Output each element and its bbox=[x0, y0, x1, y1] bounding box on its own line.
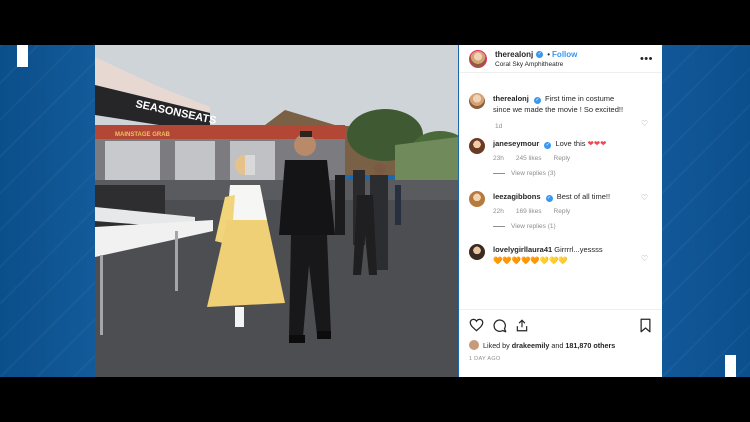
bottom-letterbox bbox=[0, 377, 750, 422]
comment-text: Girrrrl...yessss bbox=[554, 245, 603, 254]
share-icon[interactable] bbox=[515, 318, 529, 333]
replies-line bbox=[493, 173, 505, 174]
avatar[interactable] bbox=[469, 191, 485, 207]
reply-button[interactable]: Reply bbox=[554, 206, 571, 217]
view-replies-label[interactable]: View replies (3) bbox=[511, 168, 556, 179]
comment-age: 22h bbox=[493, 208, 504, 215]
avatar[interactable] bbox=[469, 340, 479, 350]
avatar[interactable] bbox=[469, 49, 487, 68]
reply-button[interactable]: Reply bbox=[554, 153, 571, 164]
comment-emoji: 🧡🧡🧡🧡🧡💛💛💛 bbox=[493, 256, 568, 265]
comment-text: Love this bbox=[555, 139, 586, 148]
top-letterbox bbox=[0, 0, 750, 45]
comment-username[interactable]: lovelygirllaura41 bbox=[493, 245, 552, 254]
bookmark-icon[interactable] bbox=[639, 318, 652, 333]
post-header: therealonj ✓ • Follow Coral Sky Amphithe… bbox=[459, 45, 662, 73]
post-actions: Liked by drakeemily and 181,870 others 1… bbox=[459, 309, 662, 377]
heart-outline-icon[interactable]: ♡ bbox=[641, 193, 648, 202]
likes-summary: Liked by drakeemily and 181,870 others bbox=[469, 340, 652, 350]
caption: therealonj ✓ First time in costume since… bbox=[469, 93, 652, 115]
view-replies[interactable]: View replies (3) bbox=[493, 168, 633, 179]
separator-dot: • bbox=[547, 49, 551, 59]
comments-section: therealonj ✓ First time in costume since… bbox=[459, 73, 662, 305]
comment-item: leezagibbons ✓ Best of all time!! 22h 16… bbox=[469, 191, 652, 232]
avatar[interactable] bbox=[469, 93, 485, 109]
comment-likes[interactable]: 245 likes bbox=[516, 153, 542, 164]
post-location[interactable]: Coral Sky Amphitheatre bbox=[495, 61, 577, 68]
likes-count[interactable]: 181,870 others bbox=[565, 341, 615, 350]
post-age: 1 DAY AGO bbox=[469, 356, 501, 362]
avatar[interactable] bbox=[469, 138, 485, 154]
likes-prefix: Liked by bbox=[483, 340, 510, 350]
comment-bubble-icon[interactable] bbox=[492, 318, 507, 333]
verified-badge-icon: ✓ bbox=[545, 195, 553, 202]
instagram-panel: therealonj ✓ • Follow Coral Sky Amphithe… bbox=[459, 45, 662, 377]
comment-emoji: ❤❤❤ bbox=[587, 139, 607, 148]
likes-user[interactable]: drakeemily bbox=[512, 341, 550, 350]
verified-badge-icon: ✓ bbox=[536, 50, 544, 58]
follow-button[interactable]: Follow bbox=[552, 50, 577, 59]
view-replies-label[interactable]: View replies (1) bbox=[511, 221, 556, 232]
comment-username[interactable]: janeseymour bbox=[493, 139, 539, 148]
avatar[interactable] bbox=[469, 244, 485, 260]
heart-outline-icon[interactable] bbox=[469, 318, 484, 332]
comment-age: 23h bbox=[493, 155, 504, 162]
comment-likes[interactable]: 169 likes bbox=[516, 206, 542, 217]
corner-mark-bottom-right bbox=[725, 355, 736, 377]
corner-mark-top-left bbox=[17, 45, 28, 67]
post-photo: SEASONSEATS MAINSTAGE GRAB bbox=[95, 45, 458, 377]
comment-username[interactable]: leezagibbons bbox=[493, 192, 541, 201]
comment-text: Best of all time!! bbox=[556, 192, 611, 201]
replies-line bbox=[493, 226, 505, 227]
heart-outline-icon[interactable]: ♡ bbox=[641, 254, 648, 263]
likes-and: and bbox=[551, 340, 564, 350]
post-username[interactable]: therealonj bbox=[495, 50, 533, 59]
view-replies[interactable]: View replies (1) bbox=[493, 221, 633, 232]
comment-item: lovelygirllaura41 Girrrrl...yessss 🧡🧡🧡🧡🧡… bbox=[469, 244, 652, 266]
more-dots-icon[interactable]: ••• bbox=[640, 53, 653, 65]
heart-outline-icon[interactable]: ♡ bbox=[641, 119, 648, 128]
caption-age: 1d bbox=[495, 123, 503, 130]
verified-badge-icon: ✓ bbox=[533, 97, 541, 104]
comment-item: janeseymour ✓ Love this ❤❤❤ 23h 245 like… bbox=[469, 119, 652, 179]
caption-username[interactable]: therealonj bbox=[493, 94, 529, 103]
verified-badge-icon: ✓ bbox=[544, 142, 552, 149]
photo-banner-text: MAINSTAGE GRAB bbox=[115, 132, 171, 138]
